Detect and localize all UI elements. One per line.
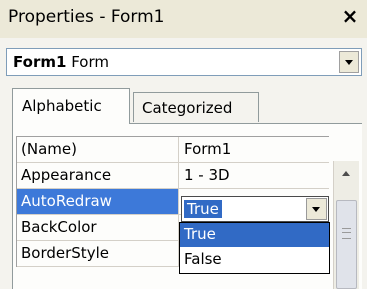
property-value[interactable]: Form1 bbox=[180, 137, 329, 162]
object-type: Form bbox=[71, 53, 109, 71]
property-name[interactable]: (Name) bbox=[17, 137, 179, 162]
property-row[interactable]: Appearance 1 - 3D bbox=[17, 163, 329, 189]
dropdown-option-false[interactable]: False bbox=[180, 248, 329, 272]
object-name: Form1 bbox=[13, 53, 67, 71]
property-name[interactable]: BorderStyle bbox=[17, 241, 179, 266]
vertical-scrollbar[interactable] bbox=[333, 161, 359, 289]
property-value[interactable]: 1 - 3D bbox=[180, 163, 329, 188]
object-selector[interactable]: Form1 Form bbox=[6, 48, 362, 76]
title-bar: Properties - Form1 × bbox=[0, 0, 367, 39]
close-icon[interactable]: × bbox=[339, 5, 361, 27]
chevron-down-icon[interactable] bbox=[339, 51, 359, 73]
tab-alphabetic[interactable]: Alphabetic bbox=[12, 88, 130, 124]
value-dropdown-list: True False bbox=[179, 222, 330, 274]
property-value-editor[interactable]: True bbox=[181, 196, 329, 222]
tab-categorized[interactable]: Categorized bbox=[133, 92, 259, 122]
dropdown-option-true[interactable]: True bbox=[180, 223, 329, 247]
editor-value[interactable]: True bbox=[184, 200, 222, 218]
property-name[interactable]: BackColor bbox=[17, 215, 179, 240]
property-row[interactable]: (Name) Form1 bbox=[17, 137, 329, 163]
chevron-down-icon[interactable] bbox=[306, 198, 327, 220]
scroll-up-icon[interactable] bbox=[334, 161, 359, 187]
property-name[interactable]: Appearance bbox=[17, 163, 179, 188]
scroll-thumb[interactable] bbox=[336, 200, 357, 289]
object-selector-text: Form1 Form bbox=[13, 53, 109, 71]
grip-icon bbox=[342, 228, 351, 239]
window-title: Properties - Form1 bbox=[8, 7, 165, 27]
property-name[interactable]: AutoRedraw bbox=[17, 189, 179, 214]
